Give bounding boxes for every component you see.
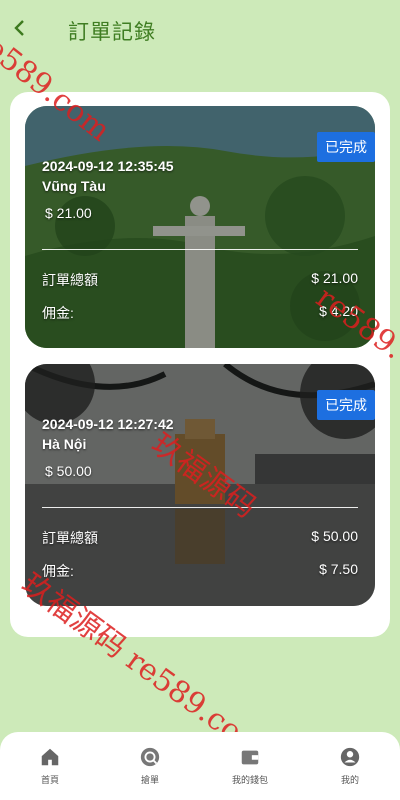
bottom-tab-bar: 首頁 搶單 我的錢包 我的: [0, 732, 400, 800]
status-badge: 已完成: [317, 390, 375, 420]
status-badge: 已完成: [317, 132, 375, 162]
orders-panel: 已完成 2024-09-12 12:35:45 Vũng Tàu $ 21.00…: [10, 92, 390, 637]
chevron-left-icon: [14, 20, 24, 36]
order-datetime: 2024-09-12 12:35:45: [42, 158, 174, 174]
total-label: 訂單總額: [42, 272, 98, 288]
order-place: Hà Nội: [42, 436, 87, 452]
order-datetime: 2024-09-12 12:27:42: [42, 416, 174, 432]
total-value: $ 21.00: [311, 270, 358, 286]
order-card[interactable]: 已完成 2024-09-12 12:27:42 Hà Nội $ 50.00 訂…: [25, 364, 375, 606]
tab-home[interactable]: 首頁: [5, 746, 95, 786]
wallet-icon: [241, 750, 259, 765]
order-card[interactable]: 已完成 2024-09-12 12:35:45 Vũng Tàu $ 21.00…: [25, 106, 375, 348]
commission-value: $ 7.50: [319, 561, 358, 577]
total-value: $ 50.00: [311, 528, 358, 544]
tab-grab-order[interactable]: 搶單: [105, 746, 195, 786]
order-amount: $ 50.00: [45, 463, 92, 479]
user-icon: [340, 747, 360, 767]
tab-label: 搶單: [140, 775, 159, 785]
tab-label: 我的: [340, 775, 359, 785]
order-place: Vũng Tàu: [42, 178, 106, 194]
commission-label: 佣金:: [42, 305, 74, 321]
home-icon: [41, 748, 59, 766]
commission-value: $ 4.20: [319, 303, 358, 319]
commission-label: 佣金:: [42, 563, 74, 579]
total-label: 訂單總額: [42, 530, 98, 546]
divider: [42, 507, 358, 508]
tab-wallet[interactable]: 我的錢包: [205, 746, 295, 786]
order-amount: $ 21.00: [45, 205, 92, 221]
page-title: 訂單記錄: [68, 21, 156, 44]
tab-label: 我的錢包: [231, 775, 268, 785]
grab-order-icon: [140, 747, 160, 767]
back-button[interactable]: [12, 18, 32, 42]
header: 訂單記錄: [0, 0, 400, 60]
tab-label: 首頁: [40, 775, 59, 785]
divider: [42, 249, 358, 250]
tab-me[interactable]: 我的: [305, 746, 395, 786]
